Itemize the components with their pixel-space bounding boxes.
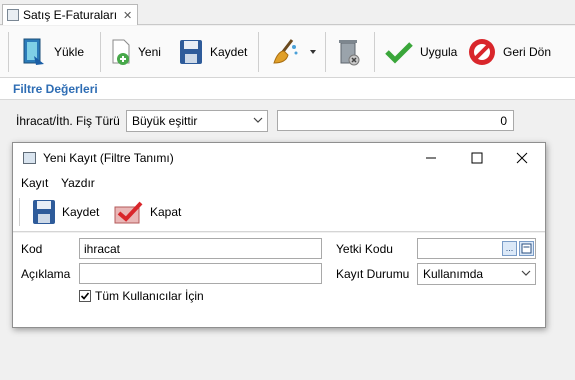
broom-icon (273, 39, 298, 64)
apply-label: Uygula (420, 45, 458, 59)
new-record-dialog: Yeni Kayıt (Filtre Tanımı) Kayıt Yazdır … (12, 142, 546, 328)
new-document-icon (112, 39, 130, 65)
all-users-checkbox[interactable] (79, 290, 91, 302)
calculator-button[interactable] (519, 241, 534, 256)
back-label: Geri Dön (503, 45, 552, 59)
cancel-icon (469, 39, 495, 65)
maximize-button[interactable] (454, 143, 500, 172)
toolbar-separator (325, 32, 326, 72)
toolbar-separator (258, 32, 259, 72)
toolbar-separator (19, 198, 20, 226)
auth-code-field[interactable]: ... (417, 238, 536, 259)
load-icon (23, 38, 44, 65)
delete-button[interactable] (336, 34, 362, 70)
code-label: Kod (21, 242, 43, 256)
status-value: Kullanımda (423, 267, 484, 281)
filter-value-input[interactable]: 0 (277, 110, 514, 131)
tab-title: Satış E-Faturaları (23, 8, 118, 22)
description-field[interactable] (79, 263, 322, 284)
toolbar-separator (8, 32, 9, 72)
apply-button[interactable]: Uygula (384, 34, 457, 70)
close-icon (516, 152, 528, 163)
chevron-down-icon (253, 117, 263, 123)
dialog-titlebar: Yeni Kayıt (Filtre Tanımı) (13, 143, 545, 172)
dialog-toolbar: Kaydet Kapat (13, 192, 545, 232)
clean-dropdown-button[interactable] (308, 34, 318, 70)
status-label: Kayıt Durumu (336, 267, 410, 281)
auth-code-label: Yetki Kodu (336, 242, 393, 256)
checkmark-icon (385, 42, 413, 64)
checkbox-check-icon (80, 292, 90, 300)
toolbar-separator (374, 32, 375, 72)
code-field[interactable]: ihracat (79, 238, 322, 259)
filter-operator-select[interactable]: Büyük eşittir (126, 110, 268, 132)
chevron-down-icon (310, 50, 316, 54)
dialog-close-button[interactable]: Kapat (113, 197, 181, 227)
dialog-form: Kod ihracat Açıklama Tüm Kullanıcılar İç… (13, 233, 545, 327)
back-button[interactable]: Geri Dön (467, 34, 551, 70)
minimize-button[interactable] (408, 143, 454, 172)
close-icon[interactable]: ✕ (123, 9, 132, 22)
calculator-icon (521, 243, 532, 254)
tab-satis-e-faturalari[interactable]: Satış E-Faturaları ✕ (2, 4, 138, 25)
clean-button[interactable] (270, 34, 302, 70)
new-label: Yeni (138, 45, 161, 59)
floppy-disk-icon (33, 200, 55, 224)
menu-kayit[interactable]: Kayıt (21, 176, 48, 190)
filter-section-title: Filtre Değerleri (0, 78, 575, 100)
dialog-save-button[interactable]: Kaydet (31, 197, 99, 227)
dialog-title: Yeni Kayıt (Filtre Tanımı) (43, 150, 174, 165)
dialog-menubar: Kayıt Yazdır (13, 172, 545, 192)
filter-row: İhracat/İth. Fiş Türü Büyük eşittir 0 (0, 100, 575, 144)
window-icon (23, 151, 36, 164)
filter-field-label: İhracat/İth. Fiş Türü (16, 114, 120, 128)
trash-icon (339, 40, 360, 66)
main-toolbar: Yükle Yeni Kaydet Uygula Geri Dön (0, 26, 575, 78)
chevron-down-icon (521, 270, 531, 276)
lookup-button[interactable]: ... (502, 241, 517, 256)
maximize-icon (471, 152, 483, 163)
status-select[interactable]: Kullanımda (417, 263, 536, 285)
all-users-label: Tüm Kullanıcılar İçin (95, 289, 204, 303)
document-tabstrip: Satış E-Faturaları ✕ (0, 0, 575, 25)
floppy-disk-icon (180, 40, 202, 64)
description-label: Açıklama (21, 267, 71, 281)
new-button[interactable]: Yeni (110, 34, 161, 70)
save-button[interactable]: Kaydet (178, 34, 247, 70)
dialog-save-label: Kaydet (62, 205, 100, 219)
load-label: Yükle (54, 45, 85, 59)
save-label: Kaydet (210, 45, 248, 59)
close-check-icon (114, 201, 143, 224)
minimize-icon (426, 157, 436, 158)
close-button[interactable] (499, 143, 545, 172)
filter-operator-value: Büyük eşittir (132, 114, 198, 128)
menu-yazdir[interactable]: Yazdır (61, 176, 95, 190)
load-button[interactable]: Yükle (22, 34, 84, 70)
toolbar-separator (100, 32, 101, 72)
dialog-close-label: Kapat (150, 205, 182, 219)
document-icon (7, 9, 19, 21)
